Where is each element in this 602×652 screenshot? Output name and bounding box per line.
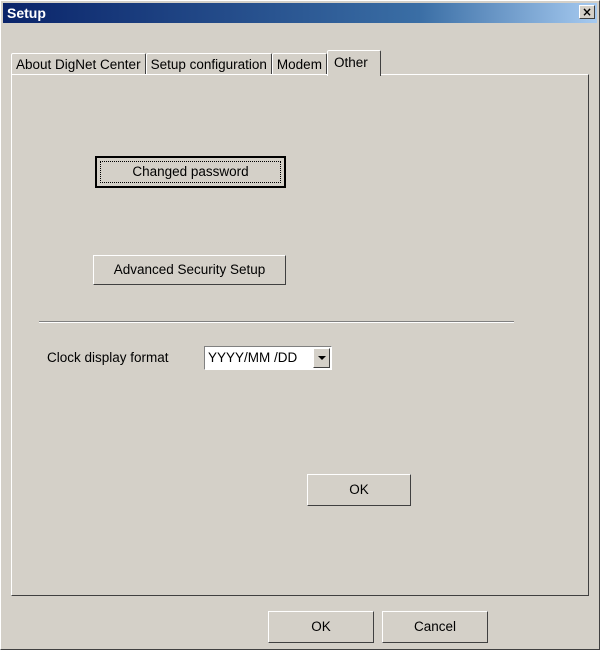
panel-ok-button[interactable]: OK — [307, 474, 411, 506]
ok-button[interactable]: OK — [268, 611, 374, 643]
separator — [39, 321, 514, 323]
window-title: Setup — [7, 5, 46, 21]
chevron-down-icon[interactable] — [313, 348, 330, 368]
advanced-security-setup-button[interactable]: Advanced Security Setup — [93, 255, 286, 285]
clock-format-value: YYYY/MM /DD — [208, 350, 298, 365]
cancel-button[interactable]: Cancel — [382, 611, 488, 643]
clock-format-select[interactable]: YYYY/MM /DD — [204, 346, 332, 370]
changed-password-label: Changed password — [100, 161, 281, 183]
changed-password-button[interactable]: Changed password — [95, 156, 286, 188]
tab-panel-other — [11, 74, 589, 596]
tab-setup-configuration[interactable]: Setup configuration — [145, 53, 272, 75]
close-icon[interactable]: × — [579, 5, 595, 19]
title-bar: Setup × — [3, 3, 597, 23]
tab-strip: About DigNet Center Setup configuration … — [11, 49, 381, 76]
tab-about-dignet-center[interactable]: About DigNet Center — [11, 53, 146, 75]
setup-dialog: Setup × About DigNet Center Setup config… — [0, 0, 600, 650]
tab-other[interactable]: Other — [326, 50, 381, 76]
clock-format-label: Clock display format — [47, 350, 169, 365]
tab-modem[interactable]: Modem — [271, 53, 327, 75]
